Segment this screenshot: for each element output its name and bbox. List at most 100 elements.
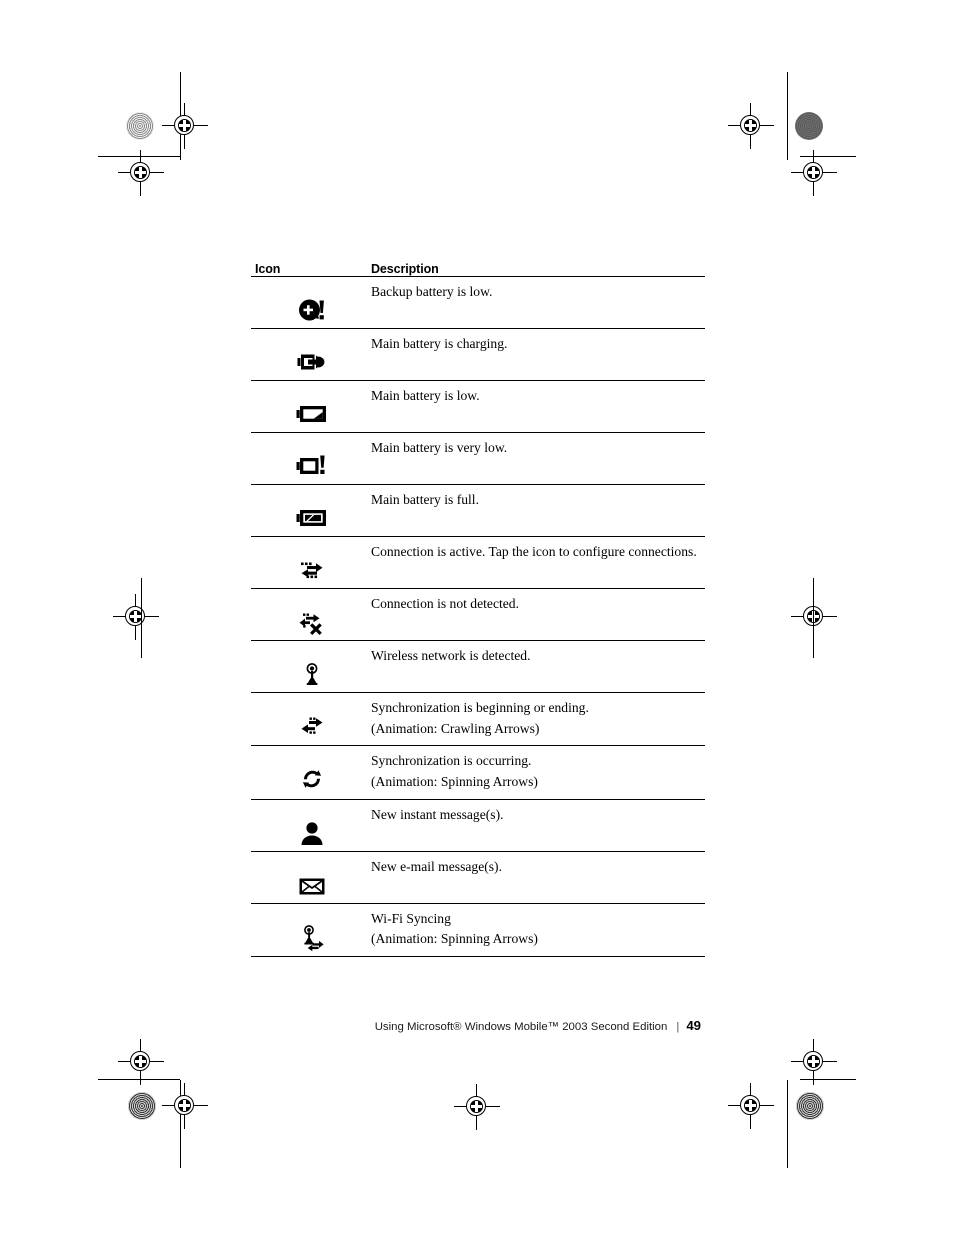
- trim-line-mark: [98, 156, 180, 158]
- registration-target-mark: [454, 1084, 500, 1130]
- row-description: Wireless network is detected.: [371, 648, 531, 663]
- row-description: Main battery is low.: [371, 388, 480, 403]
- footer-separator: |: [676, 1021, 680, 1033]
- table-header-row: Icon Description: [251, 262, 705, 277]
- main-battery-very-low-icon: [295, 451, 329, 481]
- table-row: Synchronization is occurring. (Animation…: [251, 746, 705, 800]
- new-instant-message-icon: [295, 818, 329, 848]
- row-description: New e-mail message(s).: [371, 858, 502, 874]
- row-description: Connection is not detected.: [371, 596, 519, 611]
- trim-line-mark: [787, 72, 789, 160]
- main-battery-low-icon: [295, 399, 329, 429]
- description-cell: Main battery is low.: [371, 381, 705, 433]
- connection-active-icon: [295, 555, 329, 585]
- main-battery-full-icon: [295, 503, 329, 533]
- sync-beginning-ending-icon: [295, 711, 329, 741]
- trim-line-mark: [98, 1079, 180, 1081]
- row-animation-note: (Animation: Spinning Arrows): [371, 773, 538, 789]
- page-number: 49: [686, 1018, 701, 1033]
- description-cell: Connection is not detected.: [371, 589, 705, 641]
- row-description: Synchronization is beginning or ending.: [371, 700, 589, 715]
- trim-line-mark: [180, 72, 182, 160]
- halftone-density-patch: [126, 112, 154, 140]
- new-email-message-icon: [295, 870, 329, 900]
- description-cell: New instant message(s).: [371, 799, 705, 851]
- description-cell: Main battery is full.: [371, 485, 705, 537]
- page-footer: Using Microsoft® Windows Mobile™ 2003 Se…: [251, 1018, 701, 1033]
- icon-cell: [251, 277, 371, 329]
- row-animation-note: (Animation: Crawling Arrows): [371, 720, 540, 736]
- registration-target-mark: [118, 1039, 164, 1085]
- trim-line-mark: [787, 1080, 789, 1168]
- row-animation-note: (Animation: Spinning Arrows): [371, 931, 538, 947]
- icon-cell: [251, 746, 371, 799]
- column-header-icon: Icon: [251, 262, 371, 277]
- halftone-density-patch: [796, 1092, 824, 1120]
- row-description: Main battery is charging.: [371, 336, 508, 351]
- registration-target-mark: [118, 150, 164, 196]
- halftone-density-patch: [795, 112, 823, 140]
- status-icon-table: Icon Description Backup battery is low. …: [251, 262, 705, 957]
- wifi-syncing-icon: [295, 922, 329, 952]
- description-cell: Wireless network is detected.: [371, 641, 705, 693]
- table-row: Connection is not detected.: [251, 589, 705, 641]
- icon-cell: [251, 641, 371, 693]
- description-cell: Connection is active. Tap the icon to co…: [371, 537, 705, 589]
- registration-target-mark: [162, 1083, 208, 1129]
- table-row: Wireless network is detected.: [251, 641, 705, 693]
- row-description: Connection is active. Tap the icon to co…: [371, 544, 697, 559]
- icon-cell: [251, 851, 371, 903]
- halftone-density-patch: [128, 1092, 156, 1120]
- table-header: Icon Description: [251, 262, 705, 277]
- table-row: Backup battery is low.: [251, 277, 705, 329]
- trim-line-mark: [800, 156, 856, 158]
- table-row: Wi-Fi Syncing (Animation: Spinning Arrow…: [251, 903, 705, 957]
- registration-target-mark: [162, 103, 208, 149]
- main-battery-charging-icon: [295, 347, 329, 377]
- icon-cell: [251, 799, 371, 851]
- backup-battery-low-icon: [295, 295, 329, 325]
- description-cell: New e-mail message(s).: [371, 851, 705, 903]
- table-row: New e-mail message(s).: [251, 851, 705, 904]
- row-description: Synchronization is occurring.: [371, 753, 532, 769]
- icon-cell: [251, 693, 371, 746]
- description-cell: Main battery is charging.: [371, 329, 705, 381]
- column-header-description: Description: [371, 262, 705, 277]
- row-description: New instant message(s).: [371, 806, 504, 822]
- row-description: Wi-Fi Syncing: [371, 910, 451, 926]
- icon-cell: [251, 903, 371, 956]
- table-row: Main battery is charging.: [251, 329, 705, 381]
- registration-target-mark: [791, 594, 837, 640]
- registration-target-mark: [791, 1039, 837, 1085]
- row-description: Backup battery is low.: [371, 284, 493, 299]
- table-body: Backup battery is low. Main battery is c…: [251, 277, 705, 957]
- table-row: Main battery is full.: [251, 485, 705, 537]
- description-cell: Backup battery is low.: [371, 277, 705, 329]
- registration-target-mark: [791, 150, 837, 196]
- description-cell: Wi-Fi Syncing (Animation: Spinning Arrow…: [371, 903, 705, 956]
- registration-target-mark: [728, 103, 774, 149]
- icon-cell: [251, 381, 371, 433]
- table-row: Synchronization is beginning or ending. …: [251, 693, 705, 746]
- registration-target-mark: [113, 594, 159, 640]
- description-cell: Main battery is very low.: [371, 433, 705, 485]
- icon-cell: [251, 433, 371, 485]
- sync-occurring-icon: [295, 764, 329, 794]
- trim-line-mark: [180, 1080, 182, 1168]
- table-row: Connection is active. Tap the icon to co…: [251, 537, 705, 589]
- status-icon-reference-section: Icon Description Backup battery is low. …: [251, 262, 705, 957]
- icon-cell: [251, 485, 371, 537]
- description-cell: Synchronization is occurring. (Animation…: [371, 746, 705, 799]
- description-cell: Synchronization is beginning or ending. …: [371, 693, 705, 746]
- trim-line-mark: [800, 1079, 856, 1081]
- table-row: Main battery is very low.: [251, 433, 705, 485]
- icon-cell: [251, 329, 371, 381]
- table-row: New instant message(s).: [251, 799, 705, 852]
- connection-not-detected-icon: [295, 607, 329, 637]
- row-description: Main battery is very low.: [371, 440, 508, 455]
- trim-line-mark: [141, 578, 143, 658]
- trim-line-mark: [813, 578, 815, 658]
- registration-target-mark: [728, 1083, 774, 1129]
- table-row: Main battery is low.: [251, 381, 705, 433]
- icon-cell: [251, 537, 371, 589]
